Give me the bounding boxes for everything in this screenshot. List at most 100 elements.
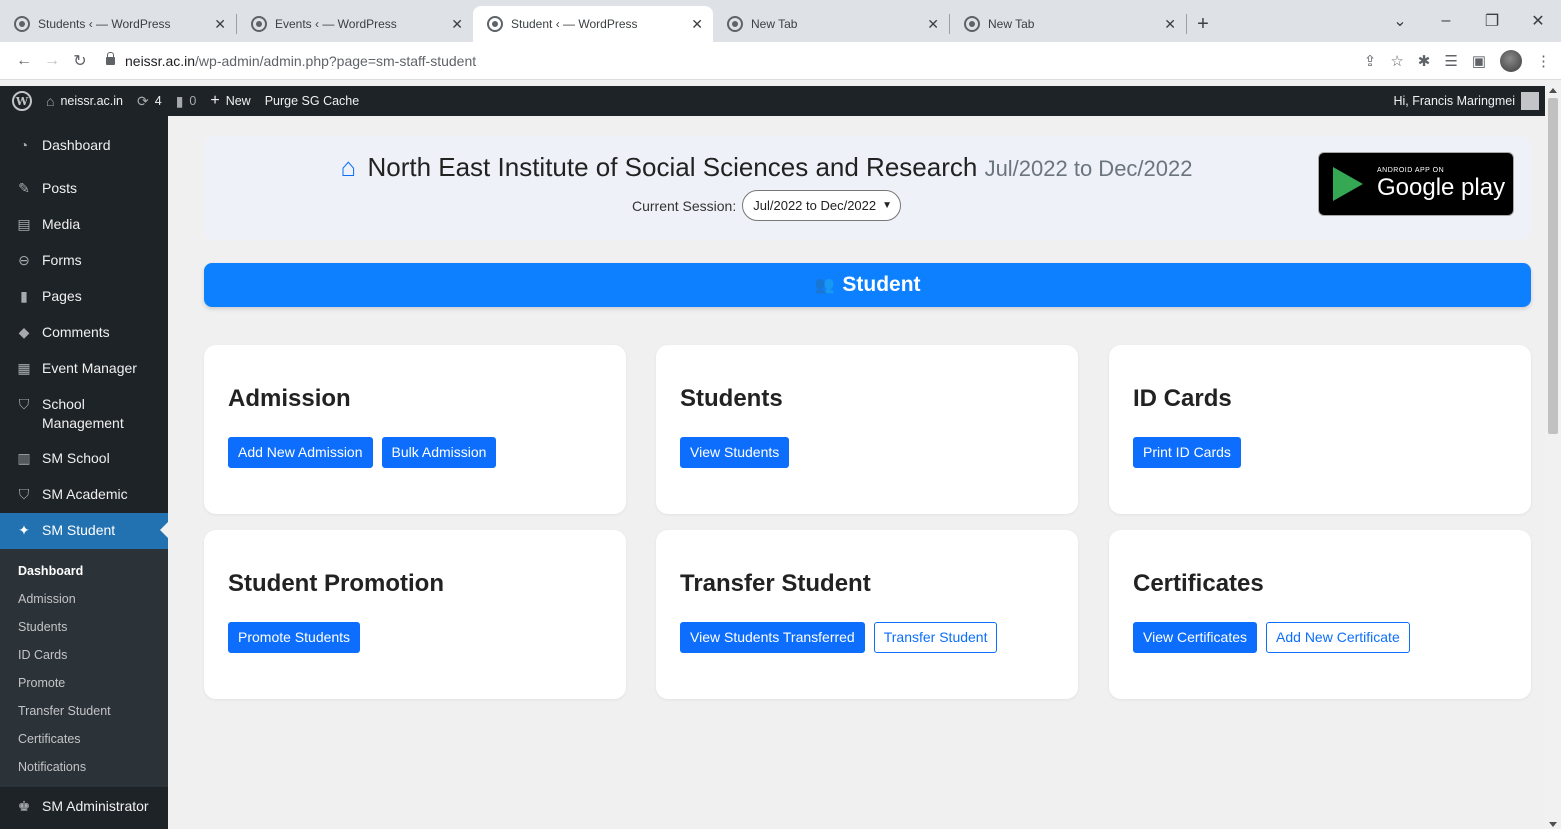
- wordpress-favicon-icon: [487, 16, 503, 32]
- session-selected-value: Jul/2022 to Dec/2022: [753, 198, 877, 213]
- submenu-item-admission[interactable]: Admission: [0, 585, 168, 613]
- view-certificates-button[interactable]: View Certificates: [1133, 622, 1258, 653]
- plus-icon: +: [210, 92, 220, 109]
- student-promotion-card: Student Promotion Promote Students: [204, 530, 626, 699]
- lock-icon[interactable]: [106, 51, 115, 65]
- sidebar-item-label: Dashboard: [42, 137, 111, 153]
- view-students-button[interactable]: View Students: [680, 437, 790, 468]
- browser-tab[interactable]: Students ‹ — WordPress ✕: [0, 6, 236, 42]
- forward-icon[interactable]: →: [38, 52, 66, 70]
- home-icon: ⌂: [46, 93, 55, 109]
- view-students-transferred-button[interactable]: View Students Transferred: [680, 622, 865, 653]
- restore-icon[interactable]: ❐: [1469, 11, 1515, 31]
- close-tab-icon[interactable]: ✕: [927, 16, 939, 33]
- submenu-item-certificates[interactable]: Certificates: [0, 725, 168, 753]
- url-host: neissr.ac.in: [125, 52, 196, 69]
- transfer-student-button[interactable]: Transfer Student: [873, 622, 998, 653]
- wordpress-favicon-icon: [251, 16, 267, 32]
- extensions-icon[interactable]: ✱: [1418, 52, 1431, 70]
- google-play-badge[interactable]: ANDROID APP ON Google play: [1318, 152, 1514, 216]
- sidebar-item-label: Forms: [42, 252, 82, 268]
- profile-avatar[interactable]: [1500, 50, 1522, 72]
- calendar-icon: ▦: [17, 360, 31, 376]
- submenu-item-transfer-student[interactable]: Transfer Student: [0, 697, 168, 725]
- tab-title: Events ‹ — WordPress: [275, 17, 397, 31]
- sidebar-item-comments[interactable]: ◆ Comments: [0, 315, 168, 351]
- submenu-item-promote[interactable]: Promote: [0, 669, 168, 697]
- submenu-item-dashboard[interactable]: Dashboard: [0, 557, 168, 585]
- close-tab-icon[interactable]: ✕: [691, 16, 703, 33]
- sidebar-item-sm-student[interactable]: ✦ SM Student: [0, 513, 168, 549]
- sidebar-item-label: School Management: [42, 396, 124, 431]
- share-icon[interactable]: ⇪: [1364, 52, 1377, 70]
- promote-students-button[interactable]: Promote Students: [228, 622, 361, 653]
- comments-link[interactable]: ▮ 0: [176, 93, 197, 110]
- graduation-cap-icon: ⛉: [18, 396, 30, 412]
- graduation-cap-icon: ⛉: [18, 486, 30, 502]
- tab-title: New Tab: [751, 17, 798, 31]
- new-content-link[interactable]: + New: [210, 92, 250, 110]
- scroll-up-icon[interactable]: [1549, 88, 1557, 93]
- sidebar-item-dashboard[interactable]: ◔ Dashboard: [0, 128, 168, 164]
- side-panel-icon[interactable]: ▣: [1472, 52, 1486, 70]
- session-select[interactable]: Jul/2022 to Dec/2022 ▼: [742, 190, 902, 221]
- bulk-admission-button[interactable]: Bulk Admission: [381, 437, 497, 468]
- sidebar-item-media[interactable]: ▤ Media: [0, 207, 168, 243]
- add-new-certificate-button[interactable]: Add New Certificate: [1266, 622, 1410, 653]
- admin-sidebar: ◔ Dashboard ✎ Posts ▤ Media ⊖ Forms ▮ Pa…: [0, 116, 168, 829]
- updates-icon: ⟳: [137, 92, 149, 109]
- tab-search-icon[interactable]: ⌄: [1377, 11, 1423, 31]
- address-bar[interactable]: neissr.ac.in/wp-admin/admin.php?page=sm-…: [100, 47, 1370, 75]
- institute-header: ⌂ North East Institute of Social Science…: [204, 136, 1531, 240]
- chrome-favicon-icon: [964, 16, 980, 32]
- sidebar-item-sm-school[interactable]: ▥ SM School: [0, 441, 168, 477]
- forms-icon: ⊖: [18, 252, 30, 268]
- chevron-down-icon: ▼: [882, 200, 893, 211]
- updates-link[interactable]: ⟳ 4: [137, 93, 162, 110]
- site-name-link[interactable]: ⌂ neissr.ac.in: [46, 93, 123, 109]
- page-scrollbar[interactable]: [1545, 86, 1561, 829]
- scroll-down-icon[interactable]: [1549, 822, 1557, 827]
- menu-kebab-icon[interactable]: ⋮: [1536, 52, 1551, 70]
- browser-toolbar: ← → ↻ neissr.ac.in/wp-admin/admin.php?pa…: [0, 42, 1561, 80]
- sidebar-item-sm-administrator[interactable]: ♚ SM Administrator: [0, 787, 168, 825]
- new-tab-button[interactable]: +: [1187, 6, 1219, 42]
- sidebar-item-posts[interactable]: ✎ Posts: [0, 176, 168, 207]
- submenu-item-notifications[interactable]: Notifications: [0, 753, 168, 781]
- sidebar-item-label: SM Administrator: [42, 798, 149, 814]
- sidebar-item-sm-academic[interactable]: ⛉ SM Academic: [0, 477, 168, 513]
- close-tab-icon[interactable]: ✕: [214, 16, 226, 33]
- media-icon: ▤: [17, 216, 31, 232]
- card-title: Admission: [228, 385, 351, 412]
- sm-student-submenu: Dashboard Admission Students ID Cards Pr…: [0, 549, 168, 787]
- sidebar-item-event-manager[interactable]: ▦ Event Manager: [0, 351, 168, 387]
- browser-tab[interactable]: New Tab ✕: [950, 6, 1186, 42]
- sidebar-item-label: SM School: [42, 450, 110, 466]
- scrollbar-thumb[interactable]: [1548, 98, 1558, 434]
- sidebar-item-forms[interactable]: ⊖ Forms: [0, 243, 168, 279]
- browser-tab-bar: Students ‹ — WordPress ✕ Events ‹ — Word…: [0, 0, 1561, 42]
- sidebar-item-school-management[interactable]: ⛉ School Management: [0, 387, 128, 441]
- wordpress-logo-icon[interactable]: W: [12, 91, 32, 111]
- browser-tab[interactable]: New Tab ✕: [713, 6, 949, 42]
- add-new-admission-button[interactable]: Add New Admission: [228, 437, 373, 468]
- school-icon: ⌂: [340, 152, 357, 182]
- back-icon[interactable]: ←: [10, 52, 38, 70]
- browser-tab-active[interactable]: Student ‹ — WordPress ✕: [473, 6, 713, 42]
- print-id-cards-button[interactable]: Print ID Cards: [1133, 437, 1241, 468]
- google-play-text: ANDROID APP ON Google play: [1377, 167, 1505, 202]
- close-window-icon[interactable]: ✕: [1515, 11, 1561, 31]
- submenu-item-students[interactable]: Students: [0, 613, 168, 641]
- submenu-item-id-cards[interactable]: ID Cards: [0, 641, 168, 669]
- reading-list-icon[interactable]: ☰: [1444, 52, 1457, 70]
- account-menu[interactable]: Hi, Francis Maringmei: [1393, 86, 1539, 116]
- purge-cache-link[interactable]: Purge SG Cache: [265, 94, 360, 108]
- minimize-icon[interactable]: –: [1423, 12, 1469, 30]
- close-tab-icon[interactable]: ✕: [451, 16, 463, 33]
- sidebar-item-pages[interactable]: ▮ Pages: [0, 279, 168, 315]
- reload-icon[interactable]: ↻: [66, 51, 94, 71]
- browser-tab[interactable]: Events ‹ — WordPress ✕: [237, 6, 473, 42]
- bookmark-star-icon[interactable]: ☆: [1390, 52, 1403, 70]
- gplay-big-text: Google play: [1377, 173, 1506, 201]
- close-tab-icon[interactable]: ✕: [1164, 16, 1176, 33]
